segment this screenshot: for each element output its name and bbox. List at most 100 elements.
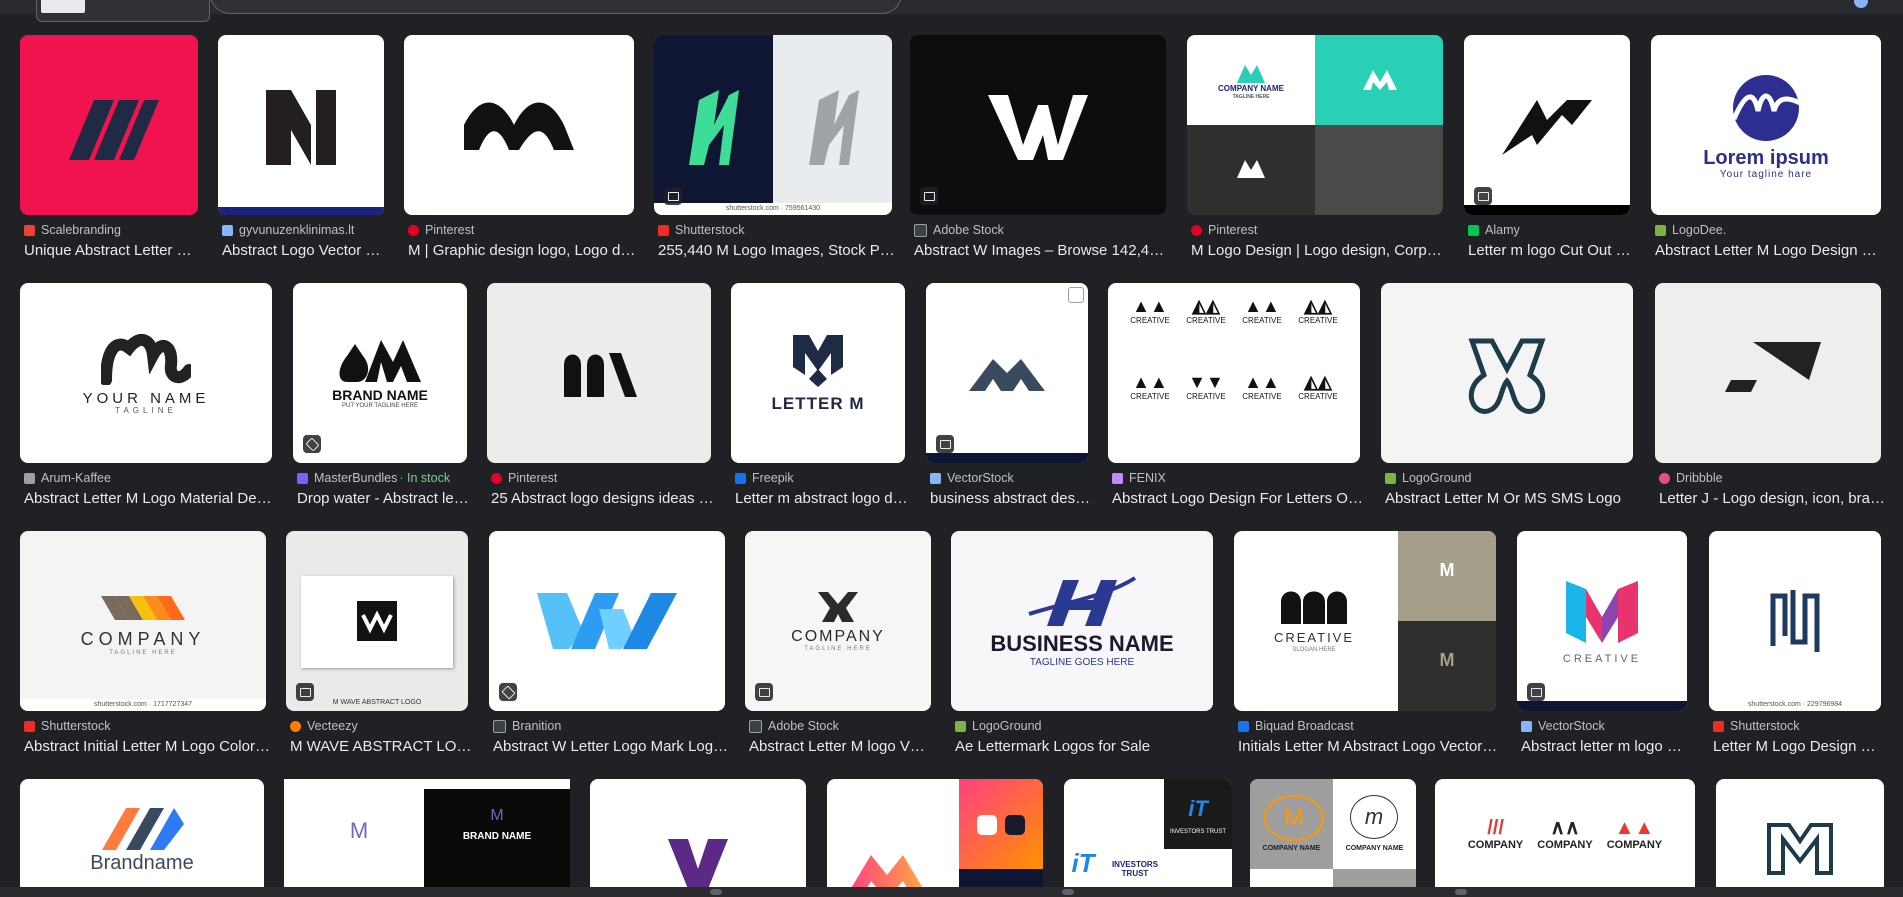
result-thumbnail[interactable] — [404, 35, 634, 215]
result-source: FENIX — [1129, 471, 1166, 485]
script-m-logo — [101, 333, 191, 385]
result-thumbnail[interactable]: Lorem ipsum Your tagline hare — [1651, 35, 1881, 215]
result-thumbnail[interactable] — [1716, 779, 1884, 887]
thumb-business-name: BUSINESS NAME — [990, 631, 1174, 657]
brandname-logo — [102, 808, 184, 850]
result-title[interactable]: Letter M Logo Design … — [1713, 738, 1885, 755]
result-thumbnail[interactable] — [1464, 35, 1630, 215]
thumb-creative: CREATIVE — [1562, 652, 1642, 665]
result-title[interactable]: Initials Letter M Abstract Logo Vector … — [1238, 738, 1500, 755]
site-favicon — [24, 224, 35, 236]
result-source: gyvunuzenklinimas.lt — [239, 223, 355, 237]
result-thumbnail[interactable]: BUSINESS NAME TAGLINE GOES HERE — [951, 531, 1213, 711]
mountain-m-logo — [1502, 100, 1592, 155]
site-favicon — [1238, 720, 1249, 732]
thumb-tagline: TAGLINE — [115, 406, 177, 416]
result-thumbnail[interactable]: ///COMPANY ∧∧ COMPANY ▲▲ COMPANY — [1435, 779, 1695, 887]
site-favicon — [1521, 720, 1532, 732]
result-thumbnail[interactable]: shutterstock.com · 229796984 — [1709, 531, 1881, 711]
result-title[interactable]: Abstract W Images – Browse 142,47… — [914, 242, 1170, 259]
result-thumbnail[interactable]: M WAVE ABSTRACT LOGO — [286, 531, 468, 711]
result-title[interactable]: Drop water - Abstract le… — [297, 490, 471, 507]
result-title[interactable]: 255,440 M Logo Images, Stock P… — [658, 242, 896, 259]
result-thumbnail[interactable]: iT INVESTORS TRUST iT INVESTORS TRUST — [1064, 779, 1232, 887]
image-icon — [296, 683, 314, 701]
site-favicon — [491, 472, 502, 484]
outline-m-logo — [1468, 338, 1546, 414]
result-thumbnail[interactable]: YOUR NAME TAGLINE — [20, 283, 272, 463]
watermark: shutterstock.com · 759561430 — [654, 203, 892, 215]
result-source: Pinterest — [1208, 223, 1258, 237]
results-row-1: Scalebranding Unique Abstract Letter … g… — [0, 35, 1903, 260]
result-thumbnail[interactable]: COMPANY TAGLINE HERE — [745, 531, 931, 711]
result-title[interactable]: M | Graphic design logo, Logo d… — [408, 242, 638, 259]
result-source: MasterBundles — [314, 471, 398, 485]
tag-icon — [303, 435, 321, 453]
filter-chip[interactable] — [36, 0, 210, 22]
result-source: Branition — [512, 719, 562, 733]
result-thumbnail[interactable] — [20, 35, 198, 215]
result-thumbnail[interactable] — [827, 779, 1043, 887]
image-icon — [1474, 187, 1492, 205]
drop-m-logo — [339, 340, 421, 382]
result-thumbnail[interactable]: CREATIVE — [1517, 531, 1687, 711]
result-thumbnail[interactable] — [926, 283, 1088, 463]
result-thumbnail[interactable] — [489, 531, 725, 711]
result-thumbnail[interactable] — [487, 283, 711, 463]
watermark: shutterstock.com · 1717727347 — [20, 699, 266, 711]
result-thumbnail[interactable]: M M BRAND NAME — [284, 779, 570, 887]
thumb-m-wave: M WAVE ABSTRACT LOGO — [332, 699, 422, 706]
result-title[interactable]: Letter m abstract logo d… — [735, 490, 909, 507]
result-title[interactable]: Abstract letter m logo … — [1521, 738, 1691, 755]
result-thumbnail[interactable]: COMPANY NAME TAGLINE HERE — [1187, 35, 1443, 215]
site-favicon — [1468, 224, 1479, 236]
result-thumbnail[interactable]: Brandname — [20, 779, 264, 887]
result-thumbnail[interactable]: CREATIVE SLOGAN HERE M M — [1234, 531, 1496, 711]
thumb-lorem-tagline: Your tagline hare — [1719, 168, 1813, 180]
top-toolbar — [0, 0, 1903, 22]
image-icon — [936, 435, 954, 453]
thumb-brand-tagline: PUT YOUR TAGLINE HERE — [342, 403, 418, 410]
results-row-2: YOUR NAME TAGLINE Arum-Kaffee Abstract L… — [0, 283, 1903, 508]
result-thumbnail[interactable] — [590, 779, 806, 887]
result-thumbnail[interactable] — [910, 35, 1166, 215]
avatar[interactable] — [1854, 0, 1868, 8]
result-thumbnail[interactable]: M m COMPANY NAME COMPANY NAME — [1250, 779, 1416, 887]
result-title[interactable]: Abstract Letter M Or MS SMS Logo — [1385, 490, 1637, 507]
result-title[interactable]: Abstract Logo Design For Letters O… — [1112, 490, 1364, 507]
result-title[interactable]: Abstract Logo Vector … — [222, 242, 388, 259]
result-thumbnail[interactable]: ▲▲ CREATIVE ◭◭ CREATIVE ▲▲ CREATIVE ◭◭ CREAT… — [1108, 283, 1360, 463]
result-title[interactable]: Abstract Letter M Logo Design F… — [1655, 242, 1885, 259]
result-thumbnail[interactable] — [218, 35, 384, 215]
result-title[interactable]: business abstract des… — [930, 490, 1092, 507]
result-thumbnail[interactable] — [1381, 283, 1633, 463]
results-row-4: Brandname M M BRAND NAME iT INVESTORS TR… — [0, 779, 1903, 887]
result-thumbnail[interactable]: LETTER M — [731, 283, 905, 463]
thumb-lorem: Lorem ipsum — [1703, 146, 1829, 169]
site-favicon — [658, 224, 669, 236]
result-source: Alamy — [1485, 223, 1520, 237]
result-title[interactable]: Ae Lettermark Logos for Sale — [955, 738, 1217, 755]
result-thumbnail[interactable]: BRAND NAME PUT YOUR TAGLINE HERE — [293, 283, 467, 463]
image-icon — [1527, 683, 1545, 701]
result-title[interactable]: Letter m logo Cut Out … — [1468, 242, 1634, 259]
search-input[interactable] — [210, 0, 902, 14]
ribbon-m-logo — [1566, 580, 1638, 643]
peaks-logo — [969, 359, 1045, 391]
result-title[interactable]: M Logo Design | Logo design, Corpo… — [1191, 242, 1447, 259]
result-title[interactable]: Abstract Letter M logo V… — [749, 738, 935, 755]
result-source: Shutterstock — [675, 223, 745, 237]
result-title[interactable]: Abstract Letter M Logo Material Des… — [24, 490, 276, 507]
result-source: Vecteezy — [307, 719, 358, 733]
site-favicon — [1112, 472, 1123, 484]
result-source: LogoDee. — [1672, 223, 1727, 237]
result-title[interactable]: 25 Abstract logo designs ideas … — [491, 490, 715, 507]
result-title[interactable]: Abstract Initial Letter M Logo Color… — [24, 738, 270, 755]
result-thumbnail[interactable]: COMPANY TAGLINE HERE shutterstock.com · … — [20, 531, 266, 711]
result-title[interactable]: Letter J - Logo design, icon, bra… — [1659, 490, 1885, 507]
result-thumbnail[interactable] — [1655, 283, 1881, 463]
result-thumbnail[interactable]: shutterstock.com · 759561430 — [654, 35, 892, 215]
result-title[interactable]: Unique Abstract Letter … — [24, 242, 202, 259]
result-title[interactable]: M WAVE ABSTRACT LO… — [290, 738, 472, 755]
result-title[interactable]: Abstract W Letter Logo Mark Log… — [493, 738, 729, 755]
